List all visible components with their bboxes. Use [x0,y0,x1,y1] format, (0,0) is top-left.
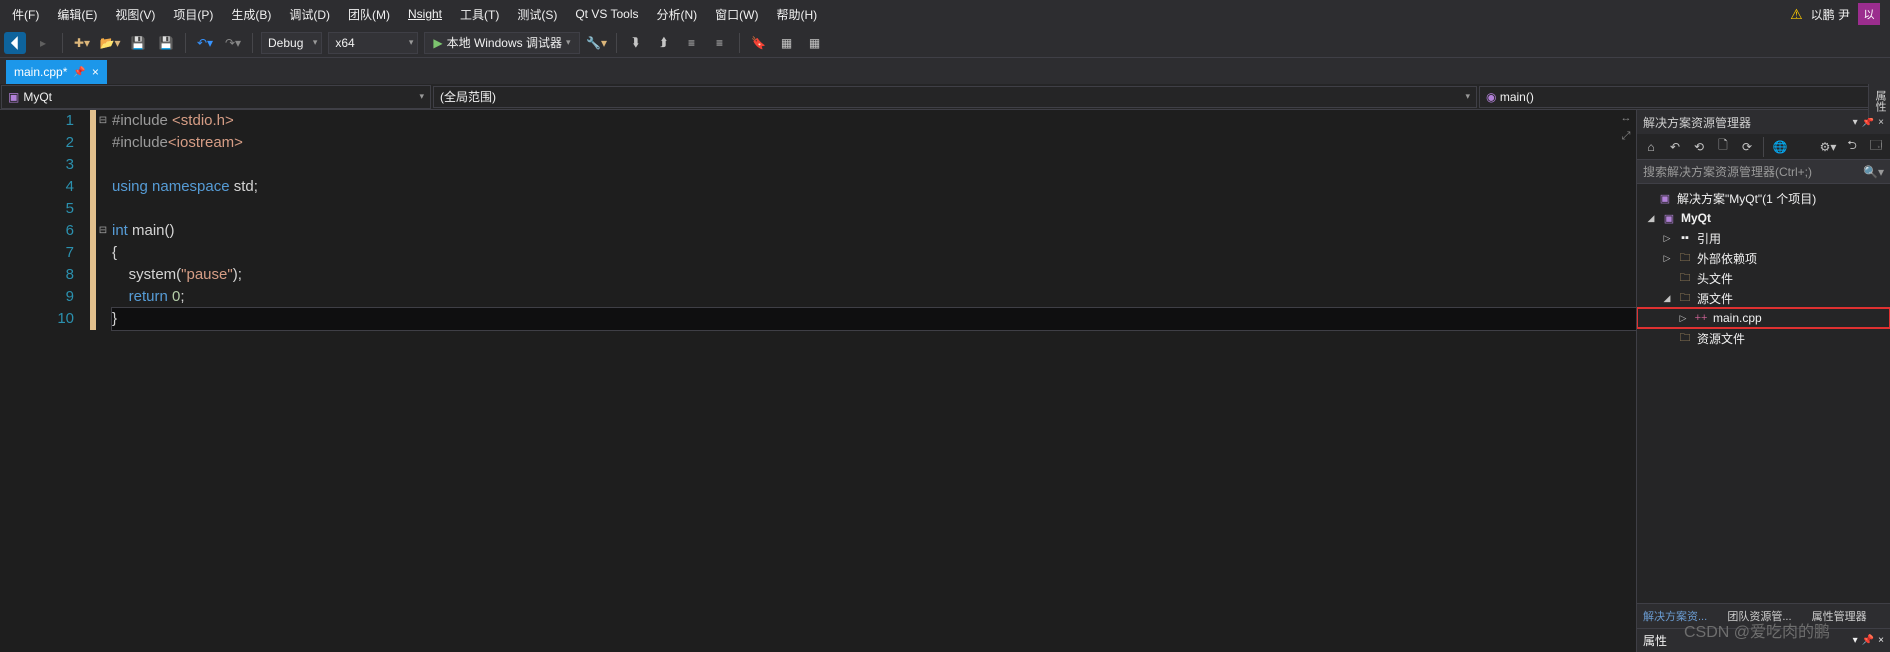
menu-project[interactable]: 项目(P) [165,2,221,27]
project-icon: ▣ [1661,210,1677,226]
tree-solution[interactable]: ▣解决方案"MyQt"(1 个项目) [1637,188,1890,208]
start-debug-button[interactable]: ▶本地 Windows 调试器▾ [424,32,579,54]
fold-column[interactable]: ⊟⊟ [96,110,110,652]
main-toolbar: ▸ ✚▾ 📂▾ 💾 💾 ↶▾ ↷▾ Debug x64 ▶本地 Windows … [0,28,1890,58]
tb-icon-2[interactable]: ⮯ [625,32,647,54]
tree-refs[interactable]: ▷▪▪引用 [1637,228,1890,248]
line-numbers: 12345678910 [0,110,90,652]
nav-forward-button[interactable]: ▸ [32,32,54,54]
code-editor[interactable]: 12345678910 ⊟⊟ #include <stdio.h> #inclu… [0,110,1636,652]
dropdown-icon[interactable]: ▾ [1853,117,1858,128]
panel-toolbar: ⌂ ↶ ⟲ 🗋 ⟳ 🌐 ⚙▾ ⮌ 🗔 [1637,134,1890,160]
globe-icon[interactable]: 🌐 [1770,137,1790,157]
folder-icon: 🗀 [1677,330,1693,346]
menu-view[interactable]: 视图(V) [107,2,163,27]
code-navbar: ▣ MyQt ▾ (全局范围) ◉ main() [0,84,1890,110]
tb-icon-7[interactable]: ▦ [804,32,826,54]
sync-icon[interactable]: ⟲ [1689,137,1709,157]
collapse-icon[interactable]: ⮌ [1842,137,1862,157]
properties-panel-header: 属性 ▾ 📌 × [1637,628,1890,652]
menu-debug[interactable]: 调试(D) [281,2,338,27]
menu-file[interactable]: 件(F) [4,2,47,27]
home-icon[interactable]: ⌂ [1641,137,1661,157]
properties-icon[interactable]: 🗔 [1866,137,1886,157]
menu-team[interactable]: 团队(M) [340,2,398,27]
panel-tab-solution[interactable]: 解决方案资... [1637,604,1721,628]
pin-icon[interactable]: 📌 [73,67,85,78]
tab-main-cpp[interactable]: main.cpp* 📌 × [6,60,107,84]
dropdown-icon[interactable]: ▾ [1853,635,1858,646]
panel-title: 解决方案资源管理器 ▾ 📌 × [1637,110,1890,134]
user-name[interactable]: 以鹏 尹 [1811,6,1850,23]
menu-build[interactable]: 生成(B) [223,2,279,27]
close-icon[interactable]: × [1878,635,1884,646]
folder-icon: 🗀 [1677,250,1693,266]
pin-icon[interactable]: 📌 [1862,635,1874,646]
warning-icon[interactable]: ⚠ [1790,6,1803,23]
menu-edit[interactable]: 编辑(E) [49,2,105,27]
nav-scope[interactable]: (全局范围) [433,86,1477,108]
folder-icon: 🗀 [1677,290,1693,306]
tab-label: main.cpp* [14,65,67,79]
tree-sources[interactable]: ◢🗀源文件 [1637,288,1890,308]
tree-external[interactable]: ▷🗀外部依赖项 [1637,248,1890,268]
menu-qt[interactable]: Qt VS Tools [567,3,646,25]
save-all-icon[interactable]: 💾 [155,32,177,54]
cpp-icon: ++ [1693,310,1709,326]
tree-resources[interactable]: 🗀资源文件 [1637,328,1890,348]
vertical-tab-properties[interactable]: 属性 [1868,84,1890,118]
refs-icon: ▪▪ [1677,230,1693,246]
menu-test[interactable]: 测试(S) [509,2,565,27]
new-file-icon[interactable]: ✚▾ [71,32,93,54]
tree-headers[interactable]: 🗀头文件 [1637,268,1890,288]
show-all-icon[interactable]: 🗋 [1713,137,1733,157]
pin-icon[interactable]: 📌 [1862,117,1874,128]
expand-icon[interactable]: ⤢ [1618,130,1634,146]
tb-icon-1[interactable]: 🔧▾ [586,32,608,54]
menu-analyze[interactable]: 分析(N) [648,2,705,27]
menu-bar: 件(F) 编辑(E) 视图(V) 项目(P) 生成(B) 调试(D) 团队(M)… [0,0,1890,28]
back-icon[interactable]: ↶ [1665,137,1685,157]
menu-tools[interactable]: 工具(T) [452,2,507,27]
menu-help[interactable]: 帮助(H) [768,2,825,27]
refresh-icon[interactable]: ⟳ [1737,137,1757,157]
panel-tab-team[interactable]: 团队资源管... [1721,604,1805,628]
folder-icon: 🗀 [1677,270,1693,286]
user-avatar[interactable]: 以 [1858,3,1880,25]
document-tabs: main.cpp* 📌 × [0,58,1890,84]
menu-window[interactable]: 窗口(W) [707,2,766,27]
bookmark-icon[interactable]: 🔖 [748,32,770,54]
solution-icon: ▣ [1657,190,1673,206]
solution-explorer: 解决方案资源管理器 ▾ 📌 × ⌂ ↶ ⟲ 🗋 ⟳ 🌐 ⚙▾ ⮌ 🗔 搜索解决方… [1636,110,1890,652]
search-icon: 🔍▾ [1863,165,1884,179]
tb-icon-3[interactable]: ⮭ [653,32,675,54]
tree-project[interactable]: ◢▣MyQt [1637,208,1890,228]
open-file-icon[interactable]: 📂▾ [99,32,121,54]
solution-tree: ▣解决方案"MyQt"(1 个项目) ◢▣MyQt ▷▪▪引用 ▷🗀外部依赖项 … [1637,184,1890,603]
panel-tab-properties[interactable]: 属性管理器 [1806,604,1890,628]
tb-icon-4[interactable]: ≡ [681,32,703,54]
menu-nsight[interactable]: Nsight [400,3,450,25]
function-icon: ◉ [1486,90,1496,104]
close-icon[interactable]: × [1878,117,1884,128]
filter-icon[interactable]: ⚙▾ [1818,137,1838,157]
config-combo[interactable]: Debug [261,32,322,54]
code-content[interactable]: #include <stdio.h> #include<iostream> us… [110,110,1636,652]
redo-icon[interactable]: ↷▾ [222,32,244,54]
platform-combo[interactable]: x64 [328,32,418,54]
close-icon[interactable]: × [92,65,99,79]
panel-tab-strip: 解决方案资... 团队资源管... 属性管理器 [1637,603,1890,628]
tree-main-cpp[interactable]: ▷++main.cpp [1637,308,1890,328]
nav-back-button[interactable] [4,32,26,54]
project-icon: ▣ [8,90,19,104]
undo-icon[interactable]: ↶▾ [194,32,216,54]
split-icon[interactable]: ↔ [1618,112,1634,128]
save-icon[interactable]: 💾 [127,32,149,54]
tb-icon-6[interactable]: ▦ [776,32,798,54]
search-box[interactable]: 搜索解决方案资源管理器(Ctrl+;) 🔍▾ [1637,160,1890,184]
nav-function[interactable]: ◉ main() [1479,86,1889,108]
nav-project[interactable]: ▣ MyQt ▾ [1,85,431,109]
tb-icon-5[interactable]: ≡ [709,32,731,54]
